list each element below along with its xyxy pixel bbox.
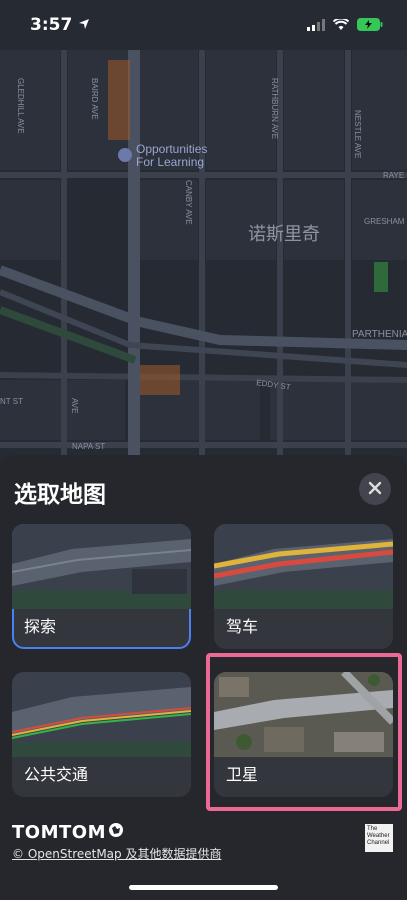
card-label: 探索 (24, 617, 57, 636)
street-label: GRESHAM (364, 217, 405, 226)
selection-highlight (206, 653, 402, 811)
status-indicators (307, 16, 383, 35)
tomtom-text: TOMTOM (12, 822, 106, 843)
street-label: NESTLE AVE (353, 110, 362, 158)
area-label: 诺斯里奇 (248, 224, 320, 245)
map-type-card-explore[interactable]: 探索 (12, 524, 191, 649)
street-label: RAYE (383, 171, 404, 180)
street-label: RATHBURN AVE (270, 78, 279, 139)
attribution-link[interactable]: © OpenStreetMap 及其他数据提供商 (12, 845, 221, 862)
status-time: 3:57 (30, 15, 73, 35)
transit-thumbnail (12, 672, 191, 757)
location-arrow-icon (78, 15, 90, 35)
poi-name-2[interactable]: For Learning (136, 155, 204, 169)
weather-logo-text: The (367, 826, 378, 832)
close-icon (368, 480, 382, 499)
home-indicator[interactable] (129, 885, 278, 890)
map-type-card-driving[interactable]: 驾车 (214, 524, 393, 649)
street-label: CANBY AVE (184, 180, 193, 225)
street-label: AVE (70, 398, 79, 413)
battery-charging-icon (357, 16, 383, 35)
street-label: NT ST (0, 397, 23, 406)
weather-channel-logo: The Weather Channel (365, 824, 393, 852)
street-label: BAIRD AVE (90, 78, 99, 120)
map-view[interactable]: Opportunities For Learning 诺斯里奇 GLEDHILL… (0, 0, 407, 470)
poi-name[interactable]: Opportunities (136, 142, 207, 156)
close-button[interactable] (359, 473, 391, 505)
wifi-icon (332, 16, 350, 35)
tomtom-logo: TOMTOM (12, 822, 124, 843)
status-time-group: 3:57 (30, 15, 90, 35)
map-canvas: Opportunities For Learning 诺斯里奇 GLEDHILL… (0, 0, 407, 470)
sheet-title: 选取地图 (14, 482, 106, 508)
status-bar: 3:57 (0, 0, 407, 50)
street-label: NAPA ST (72, 442, 105, 451)
globe-icon (108, 822, 124, 843)
weather-logo-text: Weather (367, 833, 390, 839)
card-label: 公共交通 (24, 765, 89, 784)
cellular-signal-icon (307, 16, 325, 35)
weather-logo-text: Channel (367, 840, 390, 846)
explore-thumbnail (12, 524, 191, 609)
street-label: PARTHENIA (352, 329, 407, 340)
map-type-card-transit[interactable]: 公共交通 (12, 672, 191, 797)
street-label: GLEDHILL AVE (16, 78, 25, 134)
card-label: 驾车 (226, 617, 259, 636)
driving-thumbnail (214, 524, 393, 609)
